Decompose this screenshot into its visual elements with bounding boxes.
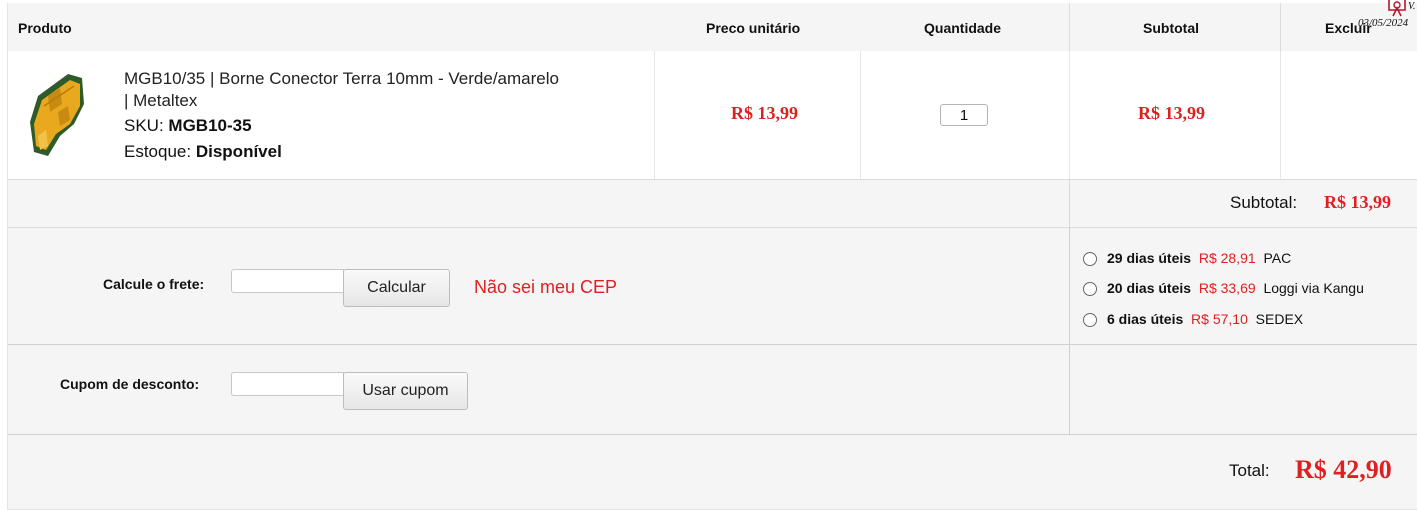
option-carrier: SEDEX: [1255, 311, 1304, 327]
subtotal-label: Subtotal:: [1230, 193, 1298, 212]
total-value: R$ 42,90: [1295, 455, 1392, 484]
shipping-option[interactable]: 29 dias úteis R$ 28,91 PAC: [1083, 250, 1291, 266]
column-divider: [654, 51, 655, 179]
cep-input[interactable]: [231, 269, 344, 293]
subtotal-value: R$ 13,99: [1324, 192, 1391, 212]
product-name-line1[interactable]: MGB10/35 | Borne Conector Terra 10mm - V…: [124, 68, 559, 90]
option-carrier: Loggi via Kangu: [1263, 280, 1364, 296]
calculate-shipping-button[interactable]: Calcular: [343, 269, 450, 307]
header-product: Produto: [18, 20, 72, 36]
table-left-border: [7, 3, 8, 510]
quantity-input[interactable]: 1: [940, 104, 988, 126]
coupon-input[interactable]: [231, 372, 344, 396]
header-quantity: Quantidade: [924, 20, 1002, 36]
radio-button[interactable]: [1083, 282, 1097, 296]
unit-price: R$ 13,99: [731, 103, 798, 123]
radio-button[interactable]: [1083, 313, 1097, 327]
product-sku: SKU: MGB10-35: [124, 115, 252, 137]
header-divider: [1280, 3, 1281, 51]
stamp-date: 03/05/2024: [1358, 17, 1409, 29]
option-days: 20 dias úteis: [1107, 280, 1192, 296]
sku-label: SKU:: [124, 116, 164, 135]
column-divider: [1069, 344, 1070, 434]
product-name-line2[interactable]: | Metaltex: [124, 90, 559, 112]
subtotal-row: [8, 179, 1417, 227]
stock-label: Estoque:: [124, 142, 192, 161]
option-price: R$ 28,91: [1198, 250, 1256, 266]
coupon-row: [8, 344, 1417, 434]
column-divider: [1069, 227, 1070, 344]
option-days: 29 dias úteis: [1107, 250, 1192, 266]
product-stock: Estoque: Disponível: [124, 141, 282, 163]
coupon-label: Cupom de desconto:: [60, 376, 200, 392]
column-divider: [1069, 179, 1070, 227]
option-price: R$ 57,10: [1191, 311, 1248, 327]
total-row: [8, 434, 1417, 510]
shipping-label: Calcule o frete:: [103, 276, 205, 292]
stamp-version: V.: [1408, 1, 1416, 12]
unknown-cep-link[interactable]: Não sei meu CEP: [474, 277, 617, 298]
option-price: R$ 33,69: [1198, 280, 1256, 296]
product-name[interactable]: MGB10/35 | Borne Conector Terra 10mm - V…: [124, 68, 559, 112]
option-days: 6 dias úteis: [1107, 311, 1184, 327]
radio-button[interactable]: [1083, 252, 1097, 266]
item-subtotal: R$ 13,99: [1138, 103, 1205, 123]
header-unit-price: Preco unitário: [706, 20, 801, 36]
certificate-stamp-icon: [1388, 0, 1406, 17]
option-carrier: PAC: [1263, 250, 1292, 266]
sku-value: MGB10-35: [168, 116, 252, 135]
quantity-value: 1: [959, 107, 969, 124]
column-divider: [1280, 51, 1281, 179]
header-subtotal: Subtotal: [1143, 20, 1199, 36]
column-divider: [1069, 51, 1070, 179]
header-divider: [1069, 3, 1070, 51]
shipping-option[interactable]: 6 dias úteis R$ 57,10 SEDEX: [1083, 311, 1303, 327]
total-label: Total:: [1229, 461, 1270, 480]
product-image[interactable]: [24, 66, 102, 162]
apply-coupon-button[interactable]: Usar cupom: [343, 372, 468, 410]
column-divider: [860, 51, 861, 179]
stock-value: Disponível: [195, 142, 282, 161]
shipping-option[interactable]: 20 dias úteis R$ 33,69 Loggi via Kangu: [1083, 280, 1364, 296]
